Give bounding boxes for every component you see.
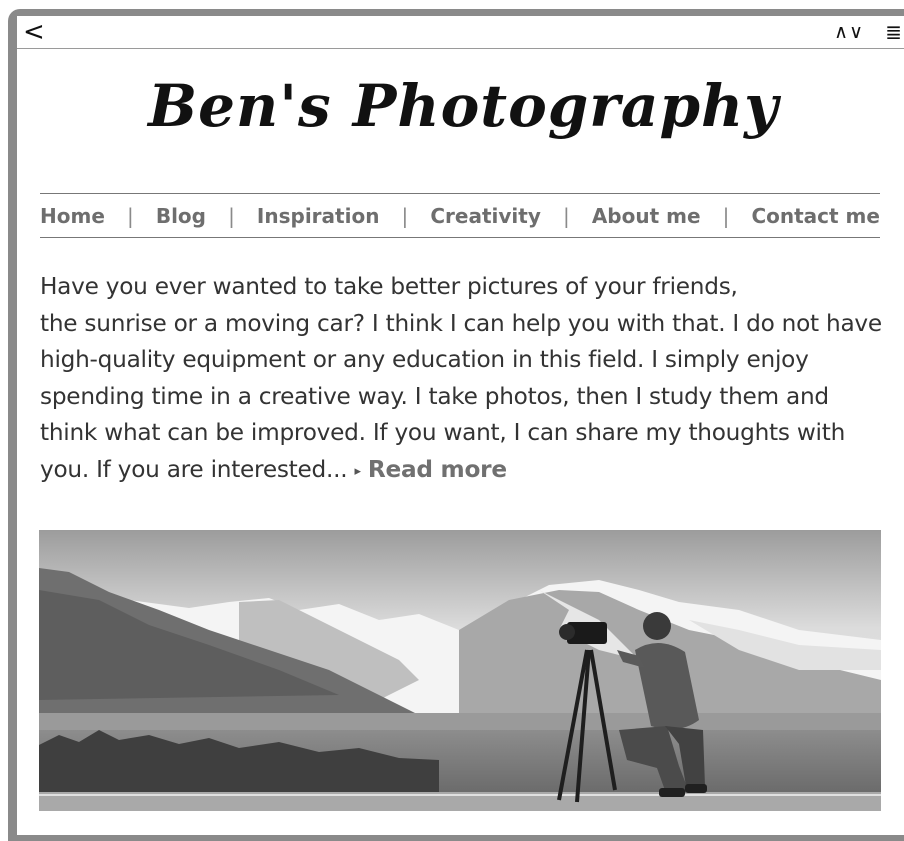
photographer-mountains-image: [39, 530, 881, 811]
intro-paragraph: Have you ever wanted to take better pict…: [40, 269, 885, 490]
menu-icon[interactable]: ≣: [885, 16, 902, 48]
nav-separator: |: [401, 203, 409, 228]
device-frame: < ∧∨ ≣ Ben's Photography Home | Blog | I…: [8, 9, 904, 841]
main-navigation: Home | Blog | Inspiration | Creativity |…: [40, 193, 880, 238]
nav-separator: |: [722, 203, 730, 228]
scroll-up-down-icon[interactable]: ∧∨: [834, 16, 864, 48]
nav-item-inspiration[interactable]: Inspiration: [257, 204, 380, 228]
back-icon[interactable]: <: [23, 16, 45, 48]
site-title: Ben's Photography: [148, 72, 779, 140]
nav-item-creativity[interactable]: Creativity: [430, 204, 541, 228]
play-arrow-icon: ▸: [354, 463, 362, 479]
browser-screen: < ∧∨ ≣ Ben's Photography Home | Blog | I…: [17, 16, 904, 835]
top-toolbar: < ∧∨ ≣: [17, 16, 904, 49]
nav-item-blog[interactable]: Blog: [156, 204, 206, 228]
intro-first-line: Have you ever wanted to take better pict…: [40, 273, 738, 300]
nav-separator: |: [126, 203, 134, 228]
nav-item-contact-me[interactable]: Contact me: [751, 204, 880, 228]
nav-item-about-me[interactable]: About me: [592, 204, 701, 228]
nav-item-home[interactable]: Home: [40, 204, 105, 228]
nav-separator: |: [562, 203, 570, 228]
read-more-link[interactable]: Read more: [368, 456, 507, 483]
nav-separator: |: [228, 203, 235, 228]
